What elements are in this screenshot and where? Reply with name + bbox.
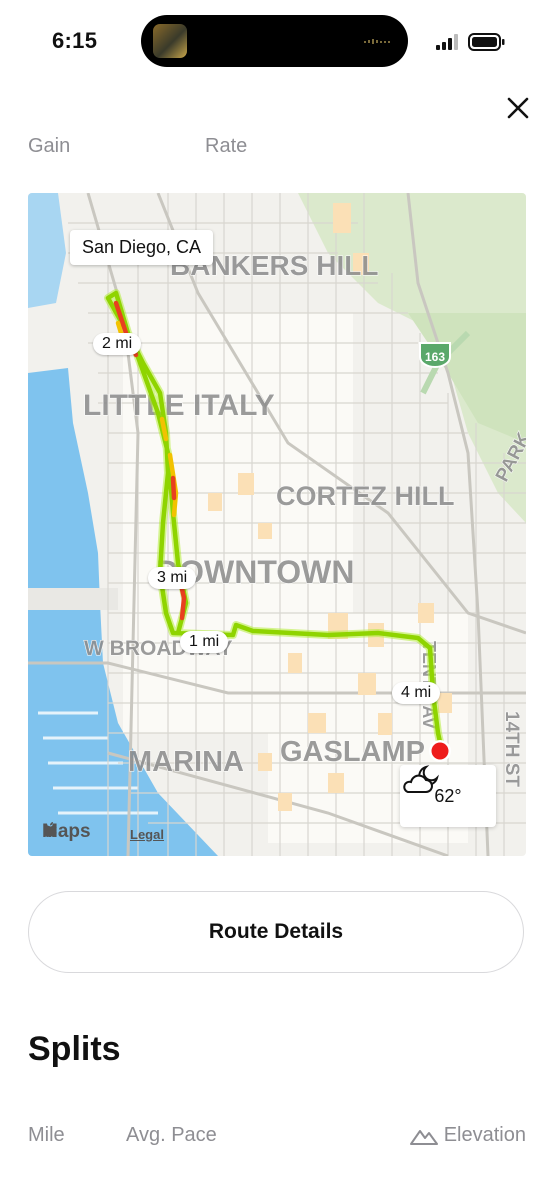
elevation-label: Elevation <box>443 1124 526 1146</box>
neighborhood-little-italy: LITTLE ITALY <box>83 389 275 422</box>
mile-marker-3: 3 mi <box>148 567 197 589</box>
highway-shield-number: 163 <box>425 350 445 364</box>
mile-marker-2: 2 mi <box>93 333 142 355</box>
cellular-signal-icon <box>436 34 458 50</box>
stats-column-headers: Gain Rate <box>28 132 526 162</box>
weather-badge: 62° <box>400 765 496 827</box>
splits-column-headers: Mile Avg. Pace Elevation <box>28 1124 526 1154</box>
status-bar: 6:15 <box>0 0 554 80</box>
status-icons <box>436 32 506 52</box>
route-map[interactable]: 163 BANKERS HILL LITTLE ITALY CORTEZ HIL… <box>28 193 526 856</box>
rate-header: Rate <box>205 135 248 157</box>
street-14th-st: 14TH ST <box>501 711 522 787</box>
elevation-header: Elevation <box>409 1124 526 1147</box>
audio-waveform-icon <box>364 39 390 44</box>
dynamic-island[interactable] <box>141 15 408 67</box>
apple-logo-icon <box>43 822 57 837</box>
neighborhood-gaslamp: GASLAMP <box>280 736 425 768</box>
avg-pace-header: Avg. Pace <box>126 1124 217 1146</box>
maps-attribution[interactable]: Maps <box>42 821 91 843</box>
mile-header: Mile <box>28 1124 65 1146</box>
neighborhood-marina: MARINA <box>128 746 244 778</box>
splits-title: Splits <box>28 1030 121 1068</box>
partly-cloudy-night-icon <box>403 765 439 793</box>
mountain-icon <box>409 1129 438 1145</box>
close-icon[interactable] <box>504 94 532 122</box>
highway-163-shield: 163 <box>419 342 451 368</box>
battery-icon <box>468 33 505 51</box>
legal-link[interactable]: Legal <box>130 827 164 842</box>
gain-header: Gain <box>28 135 71 157</box>
mile-marker-4: 4 mi <box>392 682 441 704</box>
sheet-header <box>0 80 554 136</box>
route-details-button[interactable]: Route Details <box>28 891 524 973</box>
route-end-pin <box>431 742 449 760</box>
mile-marker-1: 1 mi <box>180 631 229 653</box>
neighborhood-cortez-hill: CORTEZ HILL <box>276 481 454 511</box>
status-time: 6:15 <box>52 28 98 53</box>
now-playing-artwork <box>153 24 187 58</box>
map-canvas: 163 BANKERS HILL LITTLE ITALY CORTEZ HIL… <box>28 193 526 856</box>
location-label: San Diego, CA <box>70 230 214 265</box>
